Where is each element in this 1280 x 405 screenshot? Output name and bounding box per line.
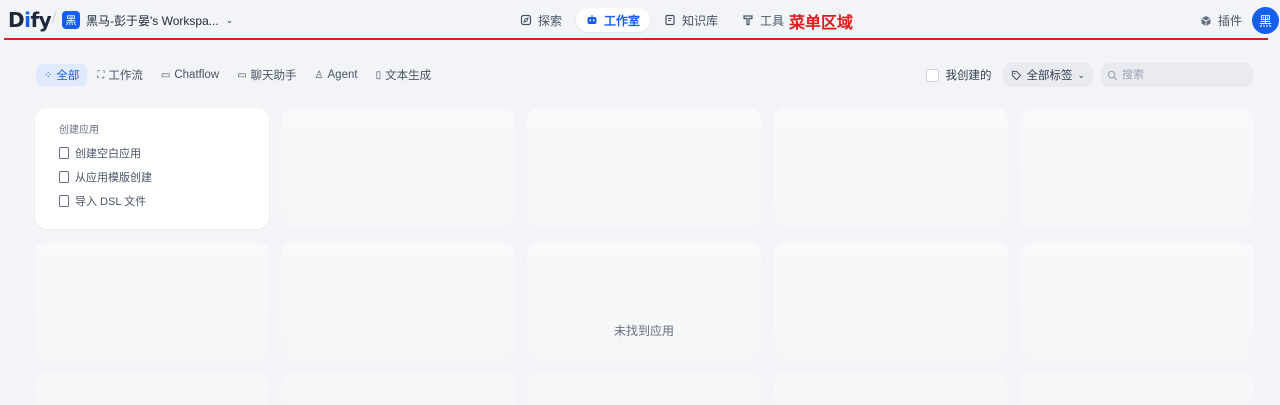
logo-divider: / [52,10,57,27]
placeholder-card [774,373,1008,405]
search-icon [1107,70,1118,80]
create-app-title: 创建应用 [59,125,99,136]
filter-tab-label: 工作流 [108,70,143,82]
chat-bubble-icon: ▭ [237,69,247,81]
created-by-me-toggle[interactable]: 我创建的 [926,67,991,83]
import-dsl-file[interactable]: 导入 DSL 文件 [59,191,245,211]
filter-tab-chatflow[interactable]: ▭ Chatflow [153,64,227,86]
filter-tab-chatbot[interactable]: ▭ 聊天助手 [229,64,304,86]
create-blank-app-label: 创建空白应用 [75,148,141,160]
create-from-template[interactable]: 从应用模版创建 [59,167,245,187]
filter-tab-label: 全部 [56,70,80,82]
empty-state-message: 未找到应用 [613,324,674,338]
workspace-switcher[interactable]: 黑 黑马-彭于晏's Workspa... ⌄ [62,10,233,30]
filter-tab-label: 聊天助手 [250,70,297,82]
nav-knowledge-label: 知识库 [682,13,719,28]
placeholder-card [774,108,1008,229]
nav-explore[interactable]: 探索 [510,8,572,32]
book-icon [665,14,675,26]
top-navigation-bar: Dify / 黑 黑马-彭于晏's Workspa... ⌄ 探索 工作室 知识… [0,0,1280,40]
filter-tab-agent[interactable]: ♙ Agent [307,64,366,86]
tag-icon [1012,70,1022,80]
created-by-me-checkbox[interactable] [926,68,940,82]
dify-logo[interactable]: Dify [8,8,52,32]
filter-tab-completion[interactable]: ▯ 文本生成 [368,64,440,86]
nav-studio-label: 工作室 [604,13,641,28]
main-nav: 探索 工作室 知识库 工具 [510,8,794,32]
filter-tab-workflow[interactable]: ⛶ 工作流 [89,64,151,86]
placeholder-card [1020,108,1254,229]
app-type-filter: ⁘ 全部 ⛶ 工作流 ▭ Chatflow ▭ 聊天助手 ♙ Agent ▯ 文… [36,64,439,86]
search-box[interactable] [1101,63,1253,87]
file-template-icon [59,171,69,183]
workflow-icon: ⛶ [97,69,105,81]
file-plus-icon [59,147,69,159]
tag-filter-dropdown[interactable]: 全部标签 ⌄ [1003,63,1093,87]
plugins-button[interactable]: 插件 [1200,12,1242,29]
compass-icon [520,14,532,26]
placeholder-card [35,241,269,361]
workspace-avatar: 黑 [62,11,80,29]
nav-studio[interactable]: 工作室 [576,8,651,32]
search-input[interactable] [1122,69,1242,81]
tag-filter-label: 全部标签 [1026,70,1073,82]
robot-icon [587,15,597,24]
user-avatar[interactable]: 黑 [1252,7,1279,34]
nav-knowledge[interactable]: 知识库 [654,8,728,32]
workspace-name: 黑马-彭于晏's Workspa... [86,13,219,28]
placeholder-card [527,373,761,405]
create-blank-app[interactable]: 创建空白应用 [59,143,245,163]
placeholder-card [281,373,515,405]
create-from-template-label: 从应用模版创建 [75,172,152,184]
menu-area-annotation: 菜单区域 [789,15,854,32]
doc-icon: ▯ [375,69,382,81]
filter-tab-all[interactable]: ⁘ 全部 [36,64,88,86]
placeholder-card [281,241,515,361]
grid-icon: ⁘ [44,69,53,81]
hammer-icon [743,15,753,26]
placeholder-card [1020,373,1254,405]
placeholder-card [774,241,1008,361]
filter-tab-label: Chatflow [174,69,220,81]
chevron-down-icon: ⌄ [1077,69,1085,80]
import-icon [59,195,69,207]
placeholder-card [527,241,761,361]
plugins-label: 插件 [1218,14,1243,28]
annotation-underline [4,38,1268,40]
chevron-down-icon: ⌄ [225,14,234,25]
placeholder-card [281,108,515,229]
chat-icon: ▭ [160,69,171,81]
created-by-me-label: 我创建的 [945,70,992,82]
import-dsl-file-label: 导入 DSL 文件 [75,196,147,208]
nav-explore-label: 探索 [538,13,563,28]
list-toolbar: 我创建的 全部标签 ⌄ [926,63,1253,87]
filter-tab-label: 文本生成 [385,70,432,82]
agent-icon: ♙ [314,69,324,81]
filter-tab-label: Agent [327,69,358,81]
create-app-card: 创建应用 创建空白应用 从应用模版创建 导入 DSL 文件 [35,108,269,229]
placeholder-card [527,108,761,229]
nav-tools[interactable]: 工具 [732,8,794,32]
cube-icon [1201,15,1211,26]
nav-tools-label: 工具 [760,13,785,28]
placeholder-card [1020,241,1254,361]
placeholder-card [35,373,269,405]
